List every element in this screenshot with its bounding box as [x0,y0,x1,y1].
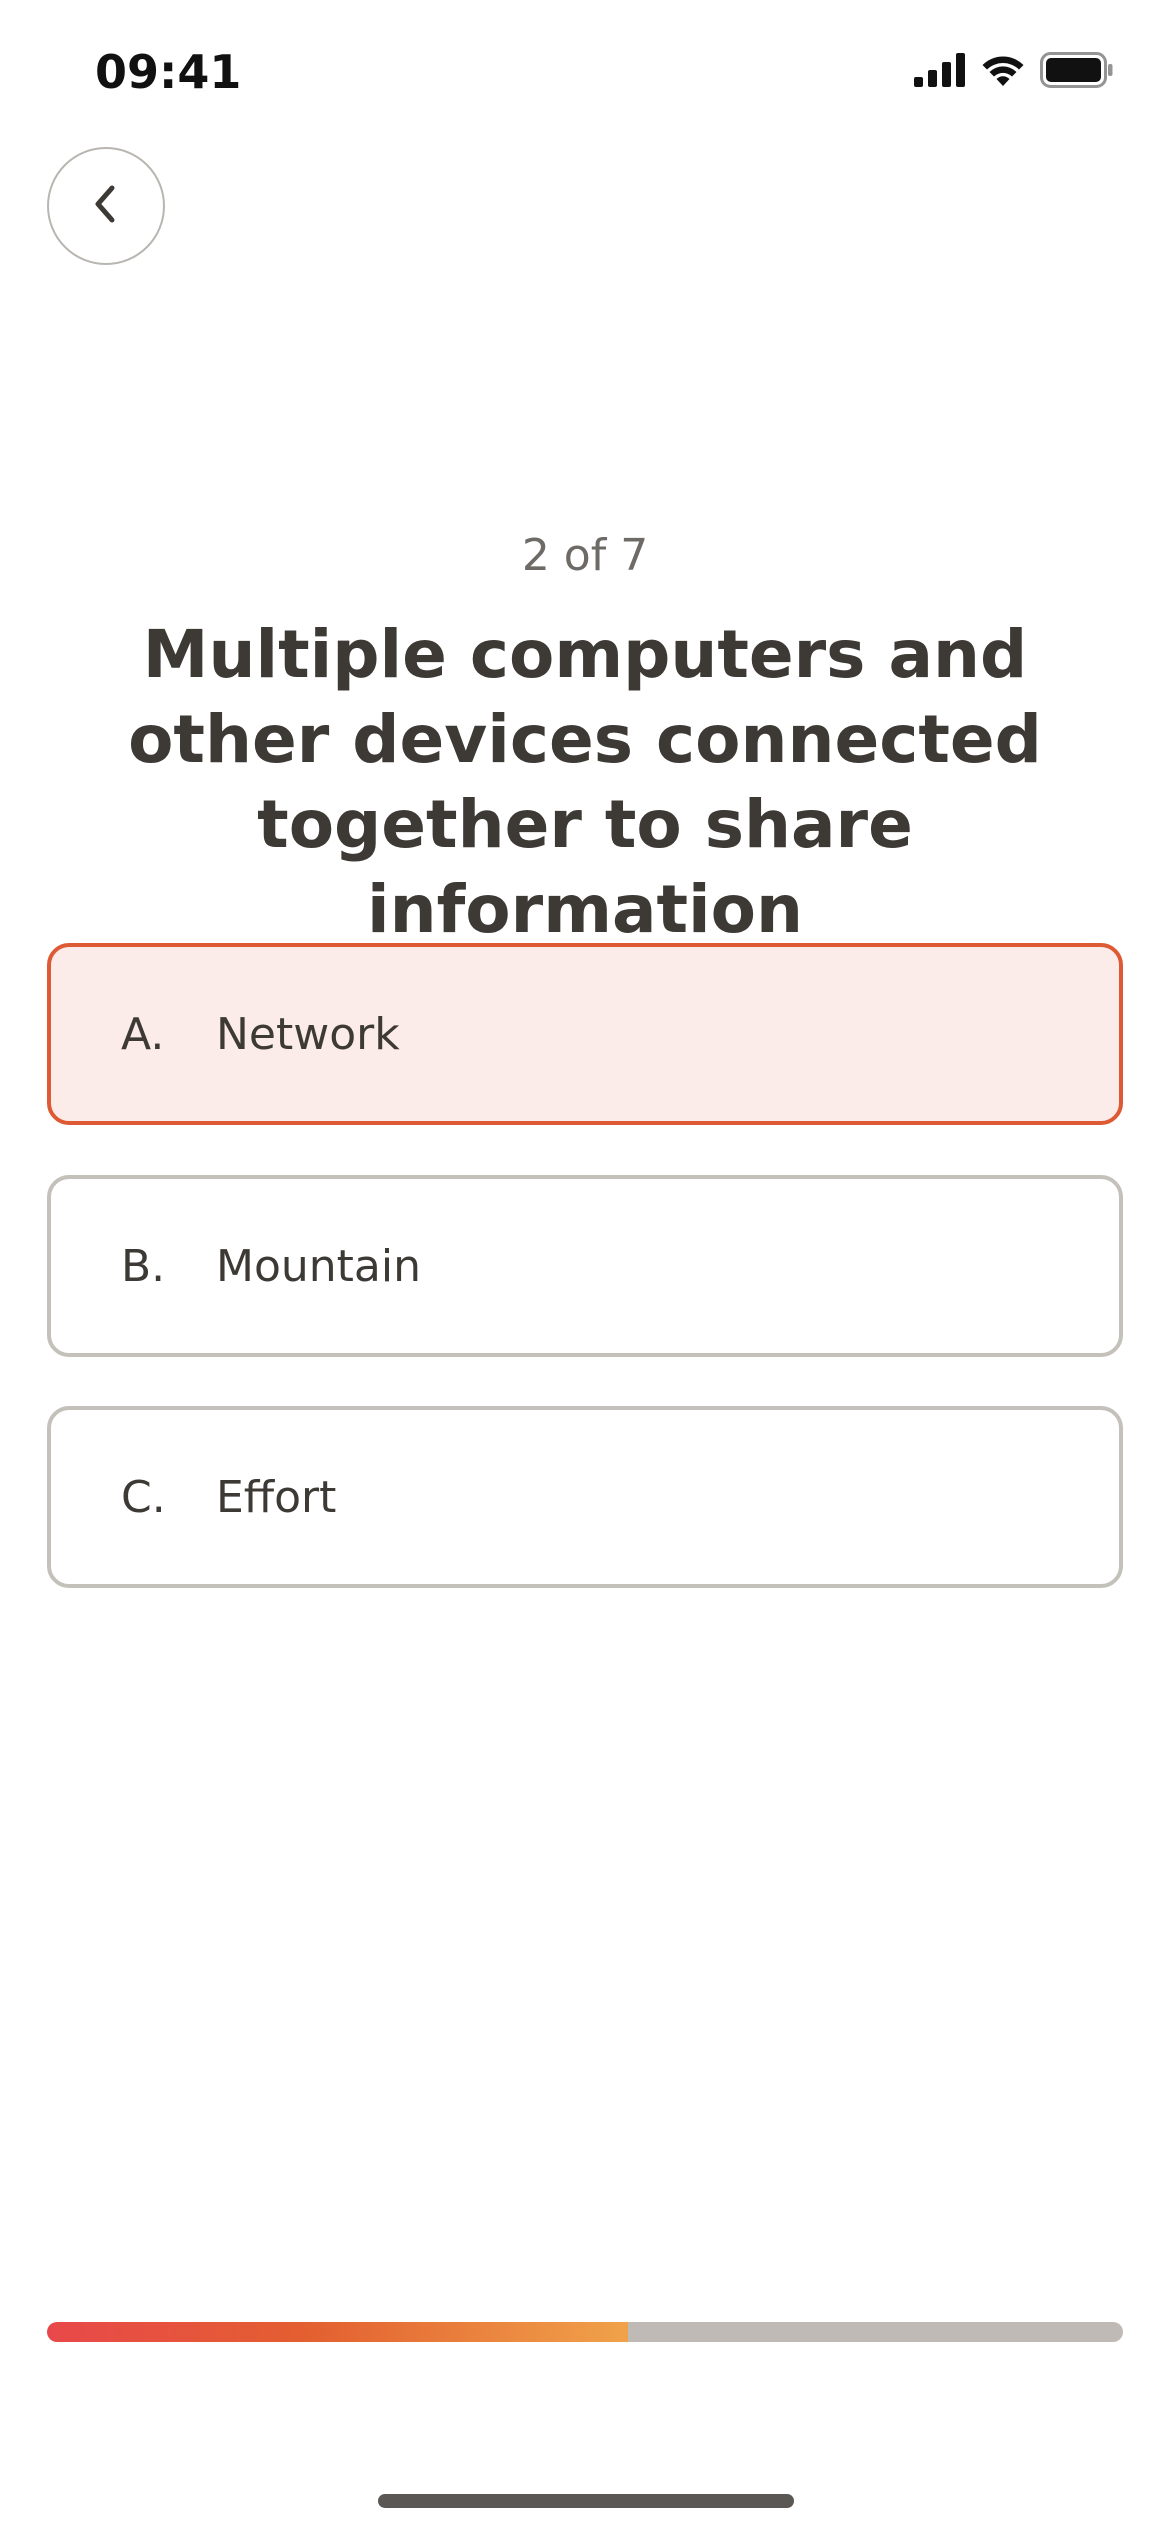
back-button[interactable] [47,147,165,265]
option-letter: A. [121,1008,165,1060]
answer-option-c[interactable]: C. Effort [47,1406,1123,1588]
wifi-icon [980,53,1026,87]
question-text: Multiple computers and other devices con… [128,616,1042,948]
option-letter: B. [121,1240,166,1292]
answer-option-b[interactable]: B. Mountain [47,1175,1123,1357]
status-time: 09:41 [95,45,242,99]
option-letter: C. [121,1471,166,1523]
home-indicator[interactable] [378,2494,794,2508]
answer-option-a[interactable]: A. Network [47,943,1123,1125]
option-label: Network [216,1008,400,1060]
battery-icon [1040,52,1114,88]
quiz-progress-bar [47,2322,1123,2342]
question-progress: 2 of 7 [521,530,649,581]
status-icons [914,52,1114,88]
cellular-signal-icon [914,53,966,87]
chevron-left-icon [86,182,126,230]
quiz-progress-fill [47,2322,629,2342]
option-label: Mountain [216,1240,421,1292]
option-label: Effort [216,1471,337,1523]
